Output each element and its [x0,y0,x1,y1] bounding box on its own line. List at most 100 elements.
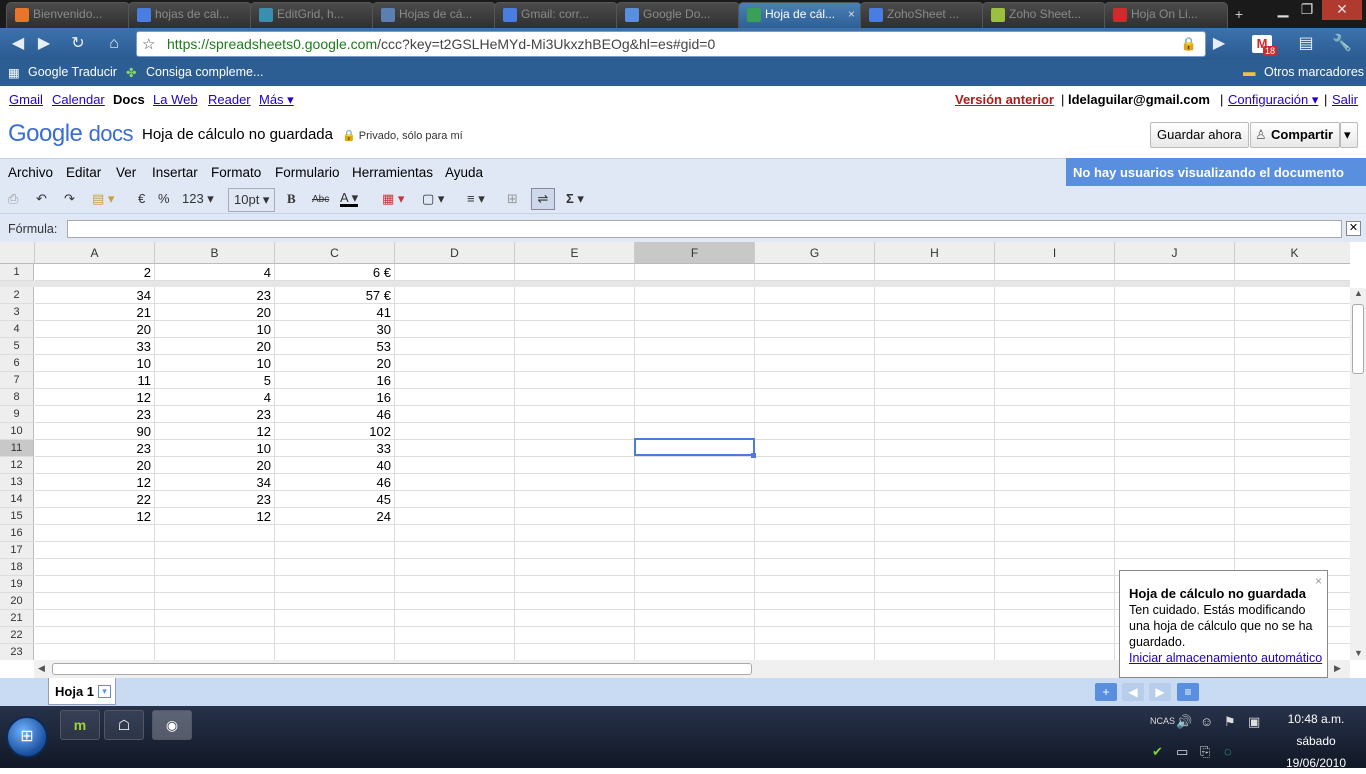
cell[interactable] [275,576,395,593]
browser-tab[interactable]: Hoja de cál... × [738,2,862,28]
column-header[interactable]: J [1115,242,1235,264]
cell[interactable] [635,593,755,610]
cell[interactable] [635,304,755,321]
row-header[interactable]: 13 [0,474,34,491]
cell[interactable] [275,525,395,542]
browser-tab[interactable]: ZohoSheet ... [860,2,984,28]
row-header[interactable]: 9 [0,406,34,423]
cell[interactable] [875,372,995,389]
cell[interactable] [515,389,635,406]
cell[interactable] [875,264,995,281]
browser-tab[interactable]: Google Do... [616,2,740,28]
cell[interactable] [395,457,515,474]
lock-icon[interactable]: 🔒 [1181,36,1197,52]
cell[interactable] [515,593,635,610]
cell[interactable] [755,491,875,508]
cell[interactable] [515,321,635,338]
cell[interactable]: 22 [35,491,155,508]
movistar-app-icon[interactable]: m [60,710,100,740]
cell[interactable] [35,576,155,593]
cell[interactable] [635,321,755,338]
cell[interactable] [875,627,995,644]
wrap-text-icon[interactable]: ⇌ [531,188,555,210]
row-header[interactable]: 1 [0,264,34,281]
back-icon[interactable]: ◀ [6,32,30,56]
page-menu-icon[interactable]: ▤ [1294,32,1318,56]
cell[interactable] [395,593,515,610]
scroll-up-icon[interactable]: ▲ [1354,288,1363,298]
cell[interactable]: 6 € [275,264,395,281]
cell[interactable] [755,593,875,610]
security-icon[interactable]: ✔ [1152,744,1163,760]
browser-tab[interactable]: Gmail: corr... [494,2,618,28]
cell[interactable] [395,338,515,355]
cell[interactable] [1235,338,1355,355]
column-header[interactable]: C [275,242,395,264]
formula-close-icon[interactable]: ✕ [1346,221,1361,236]
sheet-list-icon[interactable]: ≡ [1177,683,1199,701]
cell[interactable] [875,644,995,660]
cell[interactable] [155,542,275,559]
merge-cells-icon[interactable]: ⊞ [507,191,518,207]
print-icon[interactable]: ⎙ [8,191,18,207]
cell[interactable] [875,389,995,406]
cell[interactable] [155,644,275,660]
cell[interactable] [1235,474,1355,491]
wrench-menu-icon[interactable]: 🔧 [1330,32,1354,56]
logout-link[interactable]: Salir [1332,92,1358,107]
cell[interactable] [635,644,755,660]
vertical-scrollbar[interactable]: ▲ ▼ [1350,288,1366,660]
cell[interactable]: 33 [35,338,155,355]
cell[interactable] [155,627,275,644]
align-icon[interactable]: ≡ ▾ [467,191,485,207]
cell[interactable]: 20 [155,304,275,321]
row-header[interactable]: 7 [0,372,34,389]
row-header[interactable]: 19 [0,576,34,593]
cell[interactable]: 53 [275,338,395,355]
cell[interactable] [1115,304,1235,321]
cell[interactable] [275,593,395,610]
row-header[interactable]: 16 [0,525,34,542]
cell[interactable] [1115,406,1235,423]
cell[interactable]: 5 [155,372,275,389]
cell[interactable] [875,304,995,321]
cell[interactable] [995,491,1115,508]
bookmark-star-icon[interactable]: ☆ [142,35,155,53]
cell[interactable] [515,304,635,321]
cell[interactable] [395,355,515,372]
cell[interactable] [395,440,515,457]
flag-icon[interactable]: ⚑ [1224,714,1236,730]
go-icon[interactable]: ▶ [1207,32,1231,56]
currency-button[interactable]: € [138,191,145,206]
cell[interactable] [515,423,635,440]
cell[interactable] [875,474,995,491]
cell[interactable] [635,559,755,576]
cell[interactable] [635,474,755,491]
cell[interactable] [395,406,515,423]
cell[interactable] [1115,372,1235,389]
cell[interactable] [515,644,635,660]
cell[interactable] [1235,525,1355,542]
row-header[interactable]: 6 [0,355,34,372]
browser-tab[interactable]: Bienvenido... [6,2,130,28]
cell[interactable] [635,264,755,281]
autosave-link[interactable]: Iniciar almacenamiento automático [1129,651,1322,665]
cell[interactable] [995,610,1115,627]
cell[interactable] [635,525,755,542]
reload-icon[interactable]: ↻ [66,32,90,56]
cell[interactable]: 20 [155,338,275,355]
corner-header[interactable] [0,242,35,264]
cell[interactable]: 12 [155,508,275,525]
cell[interactable]: 45 [275,491,395,508]
explorer-app-icon[interactable]: ☖ [104,710,144,740]
cell[interactable] [995,593,1115,610]
horizontal-scroll-thumb[interactable] [52,663,752,675]
close-icon[interactable]: × [1315,573,1322,589]
gbar-calendar[interactable]: Calendar [52,92,105,107]
cell[interactable]: 46 [275,406,395,423]
cell[interactable] [995,542,1115,559]
display-icon[interactable]: ▭ [1176,744,1188,760]
column-header[interactable]: G [755,242,875,264]
cell[interactable]: 24 [275,508,395,525]
prev-sheet-icon[interactable]: ◀ [1122,683,1144,701]
